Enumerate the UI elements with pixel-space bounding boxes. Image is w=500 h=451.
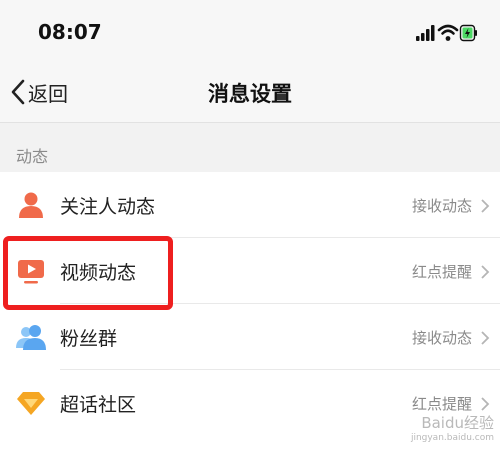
chevron-right-icon <box>481 331 490 345</box>
section-label: 动态 <box>16 147 49 166</box>
wifi-icon <box>437 24 459 41</box>
row-value: 接收动态 <box>411 197 472 215</box>
chevron-right-icon <box>481 397 490 411</box>
highlight-annotation <box>3 236 173 310</box>
cellular-signal-icon <box>416 25 435 41</box>
row-value: 红点提醒 <box>411 263 472 281</box>
watermark: Baidu经验 jingyan.baidu.com <box>411 412 494 443</box>
status-time: 08:07 <box>38 20 102 44</box>
page-title: 消息设置 <box>208 82 292 106</box>
status-icons <box>416 24 477 42</box>
nav-bar: 返回 消息设置 <box>0 62 500 123</box>
settings-row-following[interactable]: 关注人动态 接收动态 <box>0 172 500 238</box>
row-value: 接收动态 <box>411 329 472 347</box>
section-header: 动态 <box>0 123 500 172</box>
chevron-right-icon <box>481 199 490 213</box>
watermark-text: Baidu经验 <box>421 414 494 432</box>
battery-charging-icon <box>459 24 477 42</box>
row-label: 超话社区 <box>60 394 137 416</box>
row-label: 粉丝群 <box>60 328 118 350</box>
row-value: 红点提醒 <box>411 395 472 413</box>
person-icon <box>19 192 43 218</box>
diamond-icon <box>17 392 45 415</box>
settings-row-fan-group[interactable]: 粉丝群 接收动态 <box>0 304 500 370</box>
status-bar: 08:07 <box>0 0 500 62</box>
chevron-right-icon <box>481 265 490 279</box>
watermark-url: jingyan.baidu.com <box>410 433 494 443</box>
group-icon <box>16 325 46 350</box>
row-label: 关注人动态 <box>60 196 156 218</box>
